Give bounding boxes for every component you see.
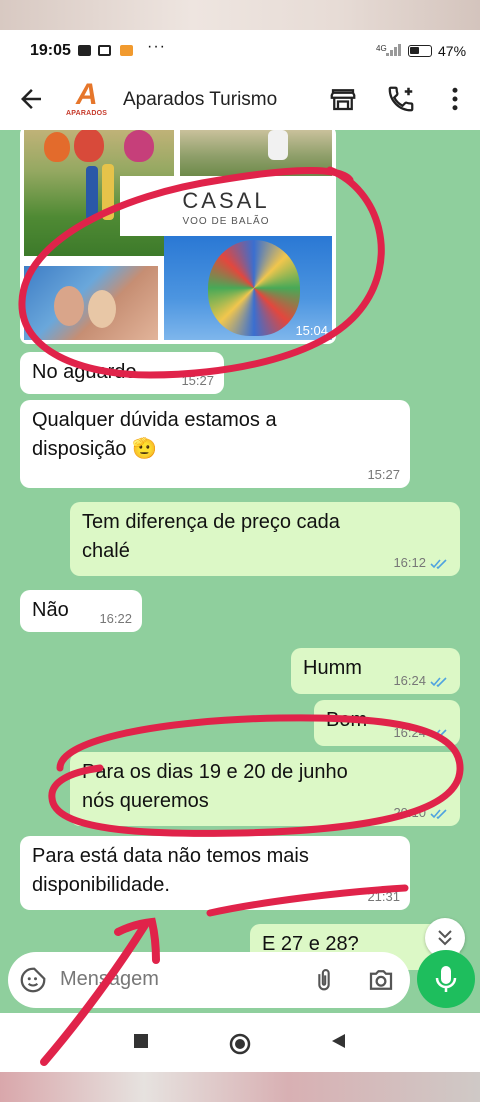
message-input[interactable]: Mensagem [60,968,159,991]
message-outgoing[interactable]: Bom 16:24 [314,700,460,746]
catalog-store-icon[interactable] [328,84,358,114]
add-call-icon[interactable] [386,84,416,114]
couple-photo [24,266,158,340]
attach-clip-icon[interactable] [310,965,338,995]
top-blur-border [0,0,480,30]
home-circle-icon[interactable] [229,1033,251,1055]
message-time: 21:31 [367,889,400,904]
android-nav-bar [0,1013,480,1072]
message-incoming[interactable]: No aguardo 15:27 [20,352,224,394]
message-text-line: Para está data não temos mais [32,845,309,867]
message-incoming[interactable]: Qualquer dúvida estamos a disposição 🫡 1… [20,400,410,488]
message-time: 20:10 [393,805,426,820]
youtube-icon [78,45,91,56]
message-time: 16:24 [393,725,426,740]
logo-mountain-icon: A [76,78,98,111]
recents-square-icon[interactable] [133,1033,149,1049]
camera-icon[interactable] [366,965,396,995]
message-outgoing[interactable]: Humm 16:24 [291,648,460,694]
message-text-line: disposição 🫡 [32,438,157,460]
battery-percent: 47% [438,43,467,59]
balloon-photo-people [180,130,332,176]
message-text: Bom [326,709,368,731]
back-arrow-icon[interactable] [16,84,46,114]
sticker-emoji-icon[interactable] [18,965,48,995]
message-text: Humm [303,657,362,679]
message-text-line: disponibilidade. [32,874,170,896]
status-time: 19:05 [30,42,71,59]
contact-name[interactable]: Aparados Turismo [123,89,277,111]
message-incoming[interactable]: Não 16:22 [20,590,142,632]
message-outgoing[interactable]: Para os dias 19 e 20 de junho nós querem… [70,752,460,826]
gmail-icon [98,45,111,56]
status-bar: 19:05 ··· 4G 47% [0,30,480,70]
message-text: No aguardo [32,361,137,383]
phone-screen: 19:05 ··· 4G 47% A APARADOS Aparados Tur… [0,30,480,1072]
logo-text: APARADOS [66,110,108,117]
app-notification-icon [120,45,133,56]
message-composer[interactable]: Mensagem [8,952,410,1008]
microphone-icon [435,966,457,992]
message-incoming[interactable]: Para está data não temos mais disponibil… [20,836,410,910]
more-notifications-icon: ··· [147,38,166,55]
message-time: 16:24 [393,673,426,688]
voice-record-button[interactable] [417,950,475,1008]
read-ticks-icon [430,729,447,740]
message-text-line: Qualquer dúvida estamos a [32,409,277,431]
battery-icon [408,45,432,57]
bottom-blur-border [0,1072,480,1102]
contact-avatar[interactable]: A APARADOS [66,78,112,122]
message-time: 15:27 [181,373,214,388]
message-text-line: Tem diferença de preço cada [82,511,340,533]
chat-area[interactable]: CASAL VOO DE BALÃO 15:04 No aguardo 15:2… [0,130,480,1013]
signal-icon [386,44,402,56]
message-time: 16:12 [393,555,426,570]
video-message[interactable]: CASAL VOO DE BALÃO 15:04 [20,130,336,344]
title-card: CASAL VOO DE BALÃO [120,176,332,236]
read-ticks-icon [430,677,447,688]
more-options-icon[interactable] [440,84,470,114]
video-title: CASAL [182,188,270,213]
message-time: 16:22 [99,611,132,626]
message-text-line: Para os dias 19 e 20 de junho [82,761,348,783]
message-outgoing[interactable]: Tem diferença de preço cada chalé 16:12 [70,502,460,576]
message-time: 15:27 [367,467,400,482]
video-duration: 15:04 [295,323,328,338]
back-triangle-icon[interactable] [330,1033,346,1049]
chat-header: A APARADOS Aparados Turismo [0,70,480,130]
video-subtitle: VOO DE BALÃO [182,216,270,227]
read-ticks-icon [430,559,447,570]
message-text: Não [32,599,69,621]
read-ticks-icon [430,809,447,820]
